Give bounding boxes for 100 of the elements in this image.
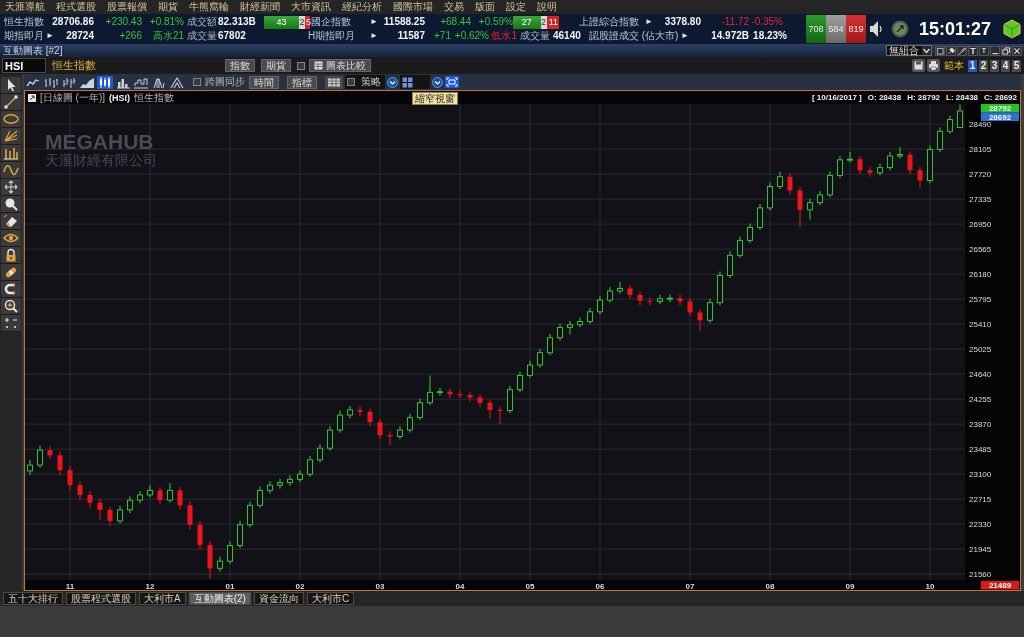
candlestick xyxy=(437,387,443,397)
arrow-glyph: ► xyxy=(46,30,54,42)
workspace-tab[interactable]: 大利市A xyxy=(139,592,186,605)
step-chart-type-icon[interactable] xyxy=(133,75,149,89)
strategy-dropdown[interactable]: 策略 xyxy=(345,75,385,89)
candlestick xyxy=(747,223,753,244)
plus-minus-icon[interactable] xyxy=(1,315,21,332)
speaker-icon[interactable] xyxy=(868,20,883,38)
volume-value: 82.313B xyxy=(218,16,256,28)
cube-icon[interactable] xyxy=(1003,19,1021,39)
lock-icon[interactable] xyxy=(1,247,21,264)
workspace-tab[interactable]: 互動圖表(2) xyxy=(188,592,251,605)
dropdown-circle-icon[interactable] xyxy=(387,76,398,88)
template-page-button[interactable]: 3 xyxy=(990,59,999,72)
menu-item[interactable]: 經紀分析 xyxy=(342,1,382,13)
menu-item[interactable]: 設定 xyxy=(506,1,526,13)
template-page-button[interactable]: 2 xyxy=(979,59,988,72)
menu-item[interactable]: 財經新聞 xyxy=(240,1,280,13)
menu-item[interactable]: 版面 xyxy=(475,1,495,13)
fit-frame-icon[interactable] xyxy=(445,76,459,88)
print-icon[interactable] xyxy=(927,59,940,72)
change-value: +0.62% xyxy=(454,30,489,42)
menu-item[interactable]: 股票報價 xyxy=(107,1,147,13)
checkbox[interactable] xyxy=(347,78,355,86)
symbol-field[interactable]: HSI xyxy=(2,58,46,73)
ellipse-icon[interactable] xyxy=(1,111,21,128)
candlestick xyxy=(937,126,943,153)
eye-icon[interactable] xyxy=(1,230,21,247)
pin-icon[interactable] xyxy=(946,45,956,56)
workspace-tab[interactable]: 大利市C xyxy=(306,592,355,605)
candlestick xyxy=(167,482,173,504)
menu-item[interactable]: 大市資訊 xyxy=(291,1,331,13)
month-axis-label: 01 xyxy=(225,581,235,590)
arrow-circle-icon[interactable] xyxy=(890,20,909,38)
change-value: +230.43 xyxy=(105,16,142,28)
workspace-tab[interactable]: 五十大排行 xyxy=(3,592,63,605)
market-type-button[interactable]: 期貨 xyxy=(261,59,291,72)
ohlc-chart-type-icon[interactable] xyxy=(43,75,59,89)
candlestick xyxy=(267,480,273,495)
menu-item[interactable]: 牛熊窩輪 xyxy=(189,1,229,13)
toolbar-button[interactable]: 時間 xyxy=(249,75,279,89)
menu-item[interactable]: 天滙導航 xyxy=(5,1,45,13)
expand-arrow-icon[interactable] xyxy=(28,93,36,102)
template-page-button[interactable]: 5 xyxy=(1012,59,1021,72)
bars-icon[interactable] xyxy=(1,145,21,162)
zoom-in-icon[interactable] xyxy=(1,298,21,315)
template-page-button[interactable]: 4 xyxy=(1001,59,1010,72)
candlestick xyxy=(227,541,233,565)
checkbox[interactable] xyxy=(297,61,305,70)
candle-chart-type-icon[interactable] xyxy=(97,75,113,89)
restore-icon[interactable] xyxy=(1001,45,1011,56)
menu-item[interactable]: 程式選股 xyxy=(56,1,96,13)
move-cross-icon[interactable] xyxy=(1,179,21,196)
fan-lines-icon[interactable] xyxy=(1,128,21,145)
brush-icon[interactable] xyxy=(957,45,967,56)
menu-item[interactable]: 國際市場 xyxy=(393,1,433,13)
magnet-icon[interactable] xyxy=(1,281,21,298)
wave-icon[interactable] xyxy=(1,162,21,179)
font-size-button[interactable]: T xyxy=(968,45,978,56)
market-type-button[interactable]: 指數 xyxy=(225,59,255,72)
bandage-icon[interactable] xyxy=(1,264,21,281)
candlestick xyxy=(147,484,153,499)
menu-item[interactable]: 期貨 xyxy=(158,1,178,13)
field-label: 成交額 xyxy=(187,16,217,28)
tooltip: 縮窄視窗 xyxy=(412,92,458,105)
change-value: +266 xyxy=(119,30,142,42)
layout-dropdown[interactable] xyxy=(400,75,430,89)
workspace-tab[interactable]: 股票程式選股 xyxy=(66,592,136,605)
menu-item[interactable]: 說明 xyxy=(537,1,557,13)
price-axis-label: 21560 xyxy=(969,570,992,580)
unchanged-count: 584 xyxy=(825,15,846,43)
grid-icon[interactable] xyxy=(325,75,343,89)
compare-chart-button[interactable]: 圖表比較 xyxy=(309,59,371,72)
chart-period: [日線圖 (一年)] xyxy=(40,90,105,105)
workspace-tab[interactable]: 資金流向 xyxy=(253,592,304,605)
index-name: 認股證成交 (佔大市) xyxy=(589,30,679,42)
dropdown-circle-icon[interactable] xyxy=(432,76,443,88)
menu-item[interactable]: 交易 xyxy=(444,1,464,13)
candlestick xyxy=(407,413,413,434)
peak-chart-type-icon[interactable] xyxy=(169,75,185,89)
save-icon[interactable] xyxy=(912,59,925,72)
line-tool-icon[interactable] xyxy=(1,94,21,111)
month-axis-label: 08 xyxy=(765,581,775,590)
toolbar-button[interactable]: 指標 xyxy=(287,75,317,89)
eraser-icon[interactable] xyxy=(1,213,21,230)
template-page-button[interactable]: 1 xyxy=(968,59,977,72)
magnifier-icon[interactable] xyxy=(1,196,21,213)
checkbox[interactable] xyxy=(193,78,201,86)
hlc-chart-type-icon[interactable] xyxy=(61,75,77,89)
price-axis-label: 22330 xyxy=(969,520,992,530)
layout-combo[interactable]: 無組合 xyxy=(886,45,932,56)
close-icon[interactable] xyxy=(1012,45,1022,56)
square-icon[interactable] xyxy=(935,45,945,56)
minimize-icon[interactable] xyxy=(990,45,1000,56)
arrow-glyph: ► xyxy=(370,30,378,42)
cursor-arrow-icon[interactable] xyxy=(1,77,21,94)
candlestick xyxy=(157,486,163,505)
candlestick xyxy=(647,297,653,306)
arch-chart-type-icon[interactable] xyxy=(151,75,167,89)
month-axis-label: 06 xyxy=(595,581,605,590)
